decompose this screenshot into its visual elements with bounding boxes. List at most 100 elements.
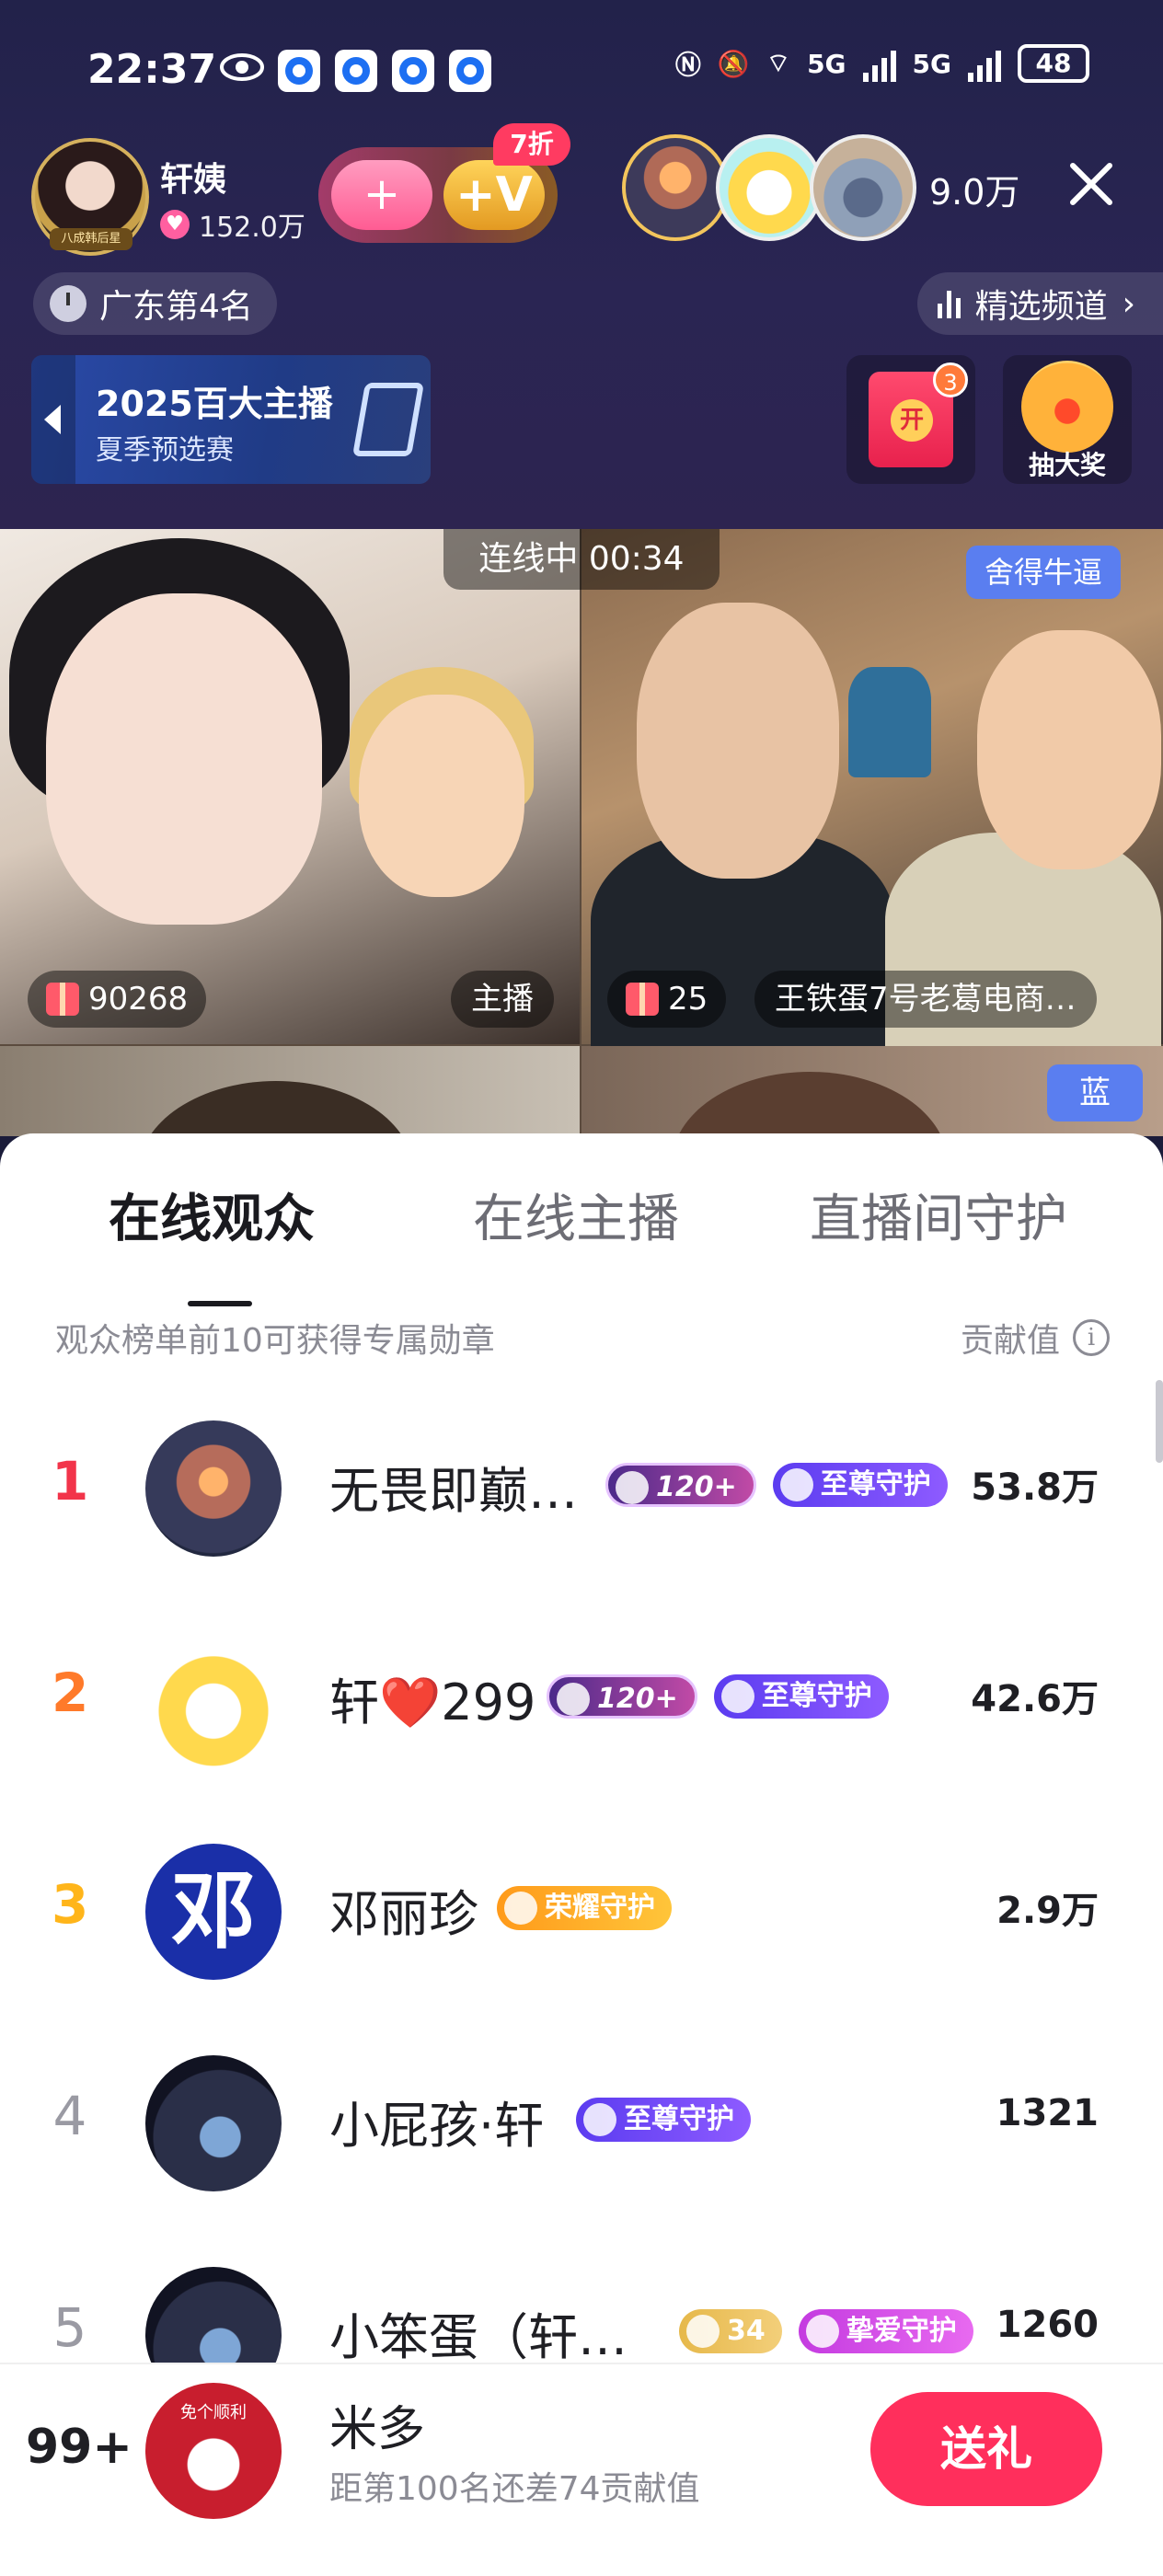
contribution-value: 1321: [996, 2092, 1099, 2134]
tab-room-guardians[interactable]: 直播间守护: [810, 1178, 1067, 1252]
host-gift-count[interactable]: 90268: [28, 971, 207, 1028]
video-panel[interactable]: 连线中 00:34 舍得牛逼 蓝 90268 主播 25 王铁蛋7号老葛电商…: [0, 529, 1163, 1136]
viewer-avatar[interactable]: [622, 134, 729, 241]
close-icon[interactable]: [1062, 155, 1121, 213]
avatar[interactable]: 邓: [145, 1844, 282, 1980]
guest-face: [637, 603, 839, 879]
chevron-left-icon[interactable]: [31, 355, 75, 484]
badge-group: 荣耀守护: [497, 1886, 672, 1930]
tab-online-anchors[interactable]: 在线主播: [473, 1178, 679, 1252]
avatar[interactable]: [145, 2055, 282, 2191]
lottery-label: 抽大奖: [1028, 450, 1106, 480]
red-packet-button[interactable]: 开 3: [846, 355, 975, 484]
avatar[interactable]: [145, 1632, 282, 1768]
heart-icon: ♥: [160, 210, 190, 239]
event-subtitle: 夏季预选赛: [96, 434, 234, 466]
badge-group: 120+ 至尊守护: [605, 1463, 948, 1507]
red-packet-count: 3: [933, 362, 968, 397]
guest-gift-count[interactable]: 25: [607, 971, 727, 1028]
vip-icon[interactable]: +V: [443, 160, 545, 230]
red-packet-coin: 开: [891, 399, 933, 442]
host-likes: ♥ 152.0万: [160, 204, 305, 245]
eye-icon: [220, 53, 264, 81]
top-viewers[interactable]: [622, 134, 916, 241]
viewer-name: 无畏即巅…: [329, 1462, 578, 1520]
team-tag-blue[interactable]: 蓝: [1047, 1064, 1143, 1121]
live-room-header: 22:37 Ⓝ 🔕 ⌔ 5G 5G 48 八成韩后星 轩姨 ♥ 152.0万 +…: [0, 0, 1163, 529]
rank-number: 4: [52, 2085, 87, 2147]
notification-icons: [278, 50, 491, 92]
guardian-badge: 挚爱守护: [798, 2309, 973, 2353]
chevron-right-icon: ›: [1122, 284, 1135, 323]
contribution-value: 2.9万: [996, 1890, 1099, 1932]
host-gift-value: 90268: [88, 981, 189, 1018]
network-label: 5G: [807, 48, 846, 79]
rank-number: 3: [52, 1873, 89, 1936]
host-role-label: 主播: [451, 971, 554, 1028]
contribution-value: 53.8万: [971, 1466, 1099, 1509]
host-profile[interactable]: 八成韩后星 轩姨 ♥ 152.0万: [31, 138, 326, 256]
active-tab-indicator: [188, 1301, 252, 1306]
my-name: 米多: [329, 2402, 426, 2457]
bars-icon: [937, 289, 961, 318]
regional-rank-pill[interactable]: 广东第4名: [33, 272, 277, 335]
viewer-name: 邓丽珍: [329, 1885, 478, 1943]
contribution-header[interactable]: 贡献值 i: [961, 1314, 1110, 1362]
team-tag[interactable]: 舍得牛逼: [966, 546, 1122, 599]
event-banner[interactable]: 2025百大主播 夏季预选赛: [31, 355, 431, 484]
app-notification-icon: [449, 50, 491, 92]
app-notification-icon: [278, 50, 320, 92]
connection-status: 连线中 00:34: [443, 529, 720, 590]
discount-badge: 7折: [493, 123, 570, 166]
viewer-count[interactable]: 9.0万: [929, 164, 1019, 214]
host-face: [46, 593, 322, 925]
host-name: 轩姨: [160, 161, 227, 199]
leaderboard-row[interactable]: 4 小屁孩·轩 至尊守护 1321: [0, 2015, 1163, 2226]
guest-name-label[interactable]: 王铁蛋7号老葛电商…: [754, 971, 1097, 1028]
my-rank: 99+: [26, 2420, 132, 2475]
gift-icon: [626, 983, 659, 1016]
statue-decor: [848, 667, 931, 777]
clock: 22:37: [87, 46, 217, 93]
rank-number: 5: [52, 2296, 87, 2359]
tab-online-audience[interactable]: 在线观众: [109, 1178, 315, 1252]
wifi-icon: ⌔: [766, 47, 791, 78]
guardian-badge: 至尊守护: [772, 1463, 948, 1507]
status-bar: 22:37 Ⓝ 🔕 ⌔ 5G 5G 48: [0, 39, 1163, 112]
guest-face-2: [977, 630, 1161, 869]
avatar[interactable]: [145, 1420, 282, 1557]
send-gift-button[interactable]: 送礼: [870, 2392, 1102, 2506]
fan-level-badge: 34: [679, 2309, 782, 2353]
guardian-badge: 荣耀守护: [497, 1886, 672, 1930]
guest-video-pane[interactable]: [582, 529, 1163, 1053]
contribution-label: 贡献值: [960, 1322, 1060, 1360]
rank-number: 1: [52, 1450, 89, 1512]
signal-icon-2: [968, 45, 1001, 82]
viewer-name: 轩❤️299: [329, 1673, 536, 1731]
my-avatar[interactable]: 免个顺利: [145, 2383, 282, 2519]
info-icon[interactable]: i: [1073, 1319, 1110, 1356]
audience-sheet: 在线观众 在线主播 直播间守护 观众榜单前10可获得专属勋章 贡献值 i 1 无…: [0, 1133, 1163, 2576]
leaderboard-row[interactable]: 3 邓 邓丽珍 荣耀守护 2.9万: [0, 1803, 1163, 2015]
leaderboard-row[interactable]: 2 轩❤️299 120+ 至尊守护 42.6万: [0, 1592, 1163, 1803]
host-video-pane[interactable]: [0, 529, 580, 1044]
viewer-avatar[interactable]: [810, 134, 916, 241]
sheet-tabs: 在线观众 在线主播 直播间守护: [0, 1178, 1163, 1306]
doll-face: [359, 695, 524, 897]
nfc-icon: Ⓝ: [674, 50, 701, 80]
follow-heart-icon[interactable]: +: [331, 160, 432, 230]
app-notification-icon: [335, 50, 377, 92]
leaderboard-row[interactable]: 1 无畏即巅… 120+ 至尊守护 53.8万: [0, 1380, 1163, 1592]
badge-group: 120+ 至尊守护: [547, 1674, 889, 1719]
level-badge: 120+: [605, 1463, 756, 1507]
lottery-button[interactable]: 抽大奖: [1003, 355, 1132, 484]
network-label-2: 5G: [912, 48, 951, 79]
guardian-badge: 至尊守护: [713, 1674, 889, 1719]
viewer-avatar[interactable]: [716, 134, 823, 241]
app-notification-icon: [392, 50, 434, 92]
featured-channel-pill[interactable]: 精选频道 ›: [916, 272, 1163, 335]
rank-number: 2: [52, 1662, 89, 1724]
viewer-name: 小屁孩·轩: [329, 2097, 545, 2155]
contribution-value: 42.6万: [971, 1678, 1099, 1720]
my-rank-gap: 距第100名还差74贡献值: [329, 2470, 700, 2508]
